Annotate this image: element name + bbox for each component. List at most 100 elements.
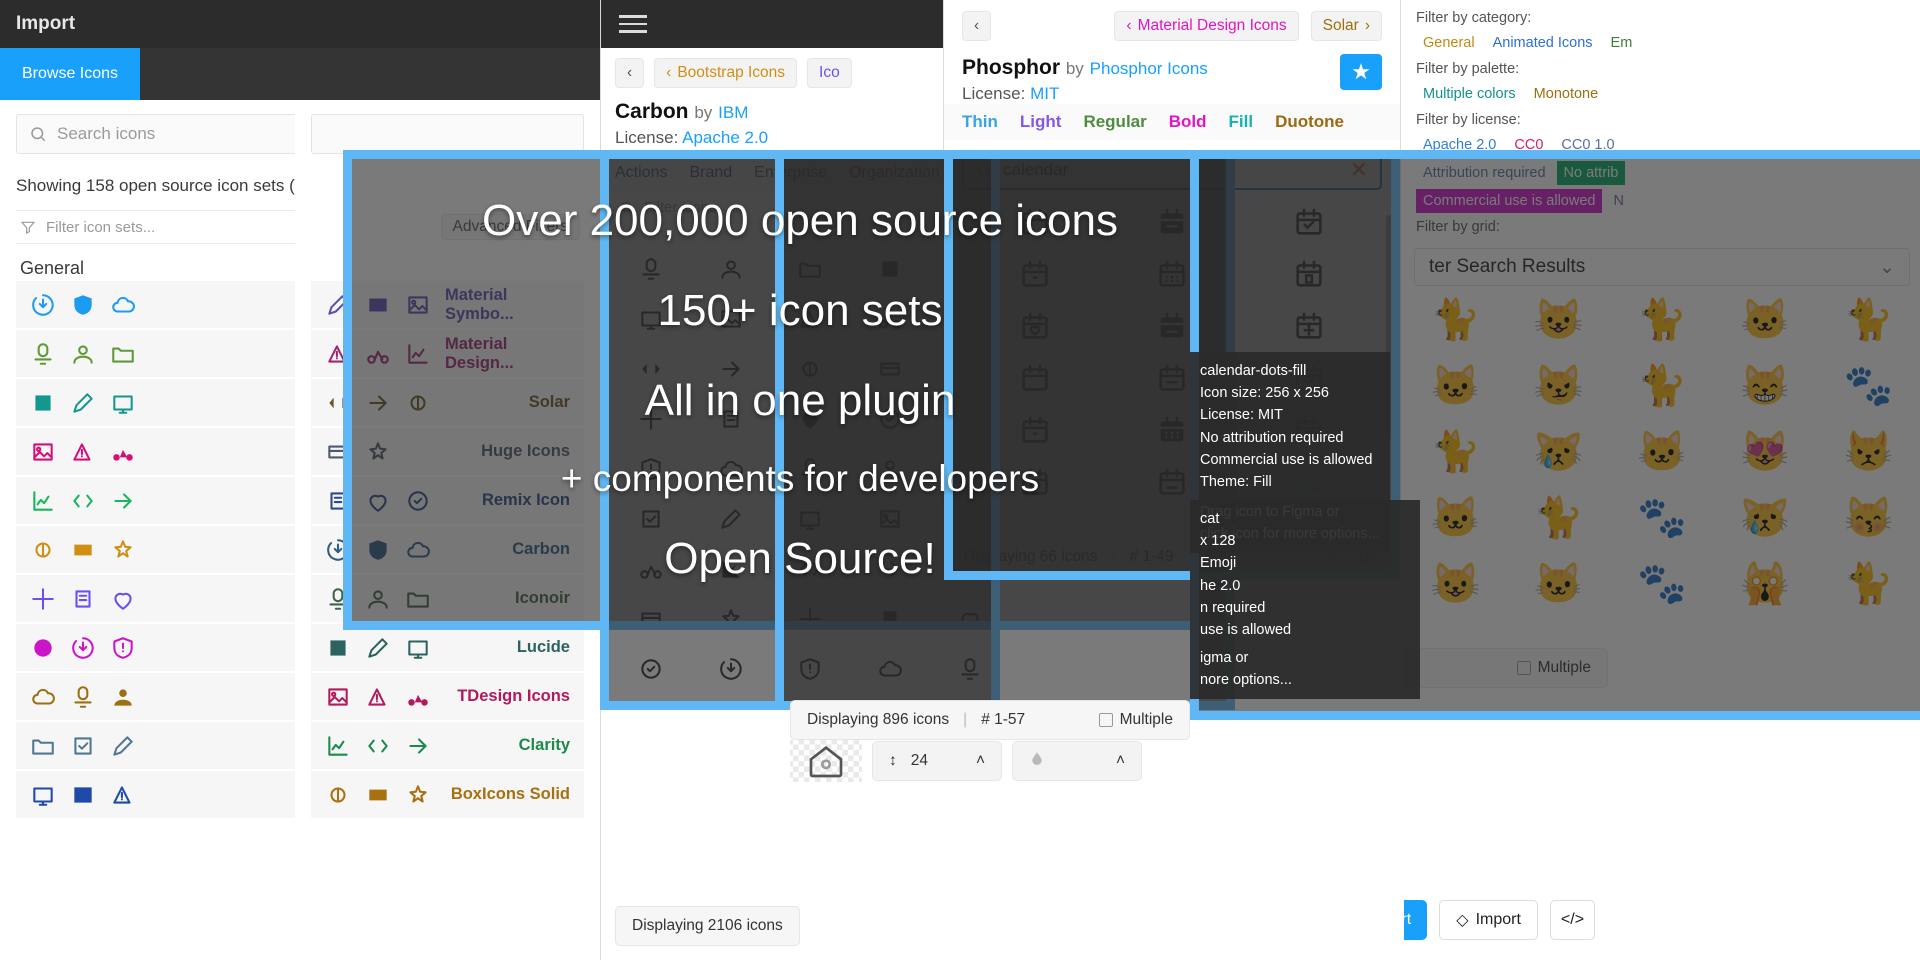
phosphor-theme-thin[interactable]: Thin — [962, 112, 998, 132]
chevron-up-icon-2[interactable]: ˄ — [1116, 752, 1125, 770]
phosphor-back-button[interactable]: ‹ — [962, 11, 992, 41]
bootstrap-size-controls: ↕ 24 ˄ ˄ — [790, 740, 1142, 782]
import-hash-button[interactable]: # Import — [1404, 900, 1428, 940]
filter-palette-label: Filter by palette: — [1416, 61, 1520, 77]
import-diamond-button[interactable]: ◇ Import — [1439, 900, 1538, 940]
phosphor-theme-duotone[interactable]: Duotone — [1275, 112, 1344, 132]
overlay-text-3: All in one plugin — [644, 376, 956, 425]
tooltip-attribution: No attribution required — [1200, 429, 1344, 446]
icon-set-row[interactable]: TDesign Icons — [311, 673, 584, 720]
preview-icon — [408, 639, 428, 659]
phosphor-theme-bold[interactable]: Bold — [1169, 112, 1207, 132]
search-placeholder: Search icons — [57, 124, 156, 143]
filter-chip[interactable]: Monotone — [1527, 82, 1606, 106]
preview-icon — [75, 589, 91, 608]
preview-icon — [409, 737, 427, 754]
preview-icon — [74, 685, 92, 708]
filter-chip[interactable]: Em — [1604, 31, 1640, 55]
multiple-checkbox[interactable] — [1098, 713, 1113, 727]
license-link[interactable]: MIT — [1030, 84, 1059, 103]
results-tooltip-l5: n required — [1200, 599, 1266, 616]
license-label: License: — [962, 84, 1026, 103]
droplet-icon — [1029, 750, 1045, 773]
preview-icon — [113, 636, 133, 659]
back-button[interactable]: ‹ — [615, 58, 645, 88]
phosphor-theme-tabs: Thin Light Regular Bold Fill Duotone — [944, 104, 1400, 140]
icon-set-preview — [325, 782, 431, 808]
chevron-left-icon: ‹ — [1126, 17, 1132, 34]
icon-set-preview — [325, 635, 431, 661]
bootstrap-status-bar: Displaying 896 icons | # 1-57 Multiple — [790, 700, 1190, 740]
icon-set-preview — [30, 684, 136, 710]
author-link[interactable]: IBM — [718, 103, 748, 122]
preview-icon — [32, 688, 55, 705]
category-chips: General Animated Icons Em — [1414, 29, 1910, 57]
icon-set-preview — [30, 635, 136, 661]
search-input-2[interactable] — [311, 114, 584, 154]
menu-icon[interactable] — [619, 10, 647, 38]
phosphor-theme-regular[interactable]: Regular — [1083, 112, 1146, 132]
results-tooltip-l2: x 128 — [1200, 533, 1236, 550]
bootstrap-range-text: # 1-57 — [981, 711, 1026, 728]
filter-chip[interactable]: Animated Icons — [1486, 31, 1600, 55]
icon-set-name: BoxIcons Solid — [450, 785, 570, 803]
icon-set-preview — [30, 341, 136, 367]
bootstrap-status-chip: Displaying 896 icons | # 1-57 Multiple — [790, 700, 1190, 740]
icon-set-row[interactable]: Clarity — [311, 722, 584, 769]
preview-icon — [409, 784, 427, 803]
prev-set-button[interactable]: ‹ Bootstrap Icons — [654, 58, 798, 88]
phosphor-next-set-label: Solar — [1322, 17, 1359, 34]
preview-icon — [330, 786, 346, 803]
license-link[interactable]: Apache 2.0 — [682, 128, 768, 147]
import-diamond-label: Import — [1475, 911, 1521, 928]
preview-icon — [369, 789, 387, 800]
tooltip-theme: Theme: Fill — [1200, 473, 1272, 490]
phosphor-prev-set-label: Material Design Icons — [1137, 17, 1287, 34]
phosphor-author-link[interactable]: Phosphor Icons — [1090, 59, 1208, 78]
diamond-icon: ◇ — [1456, 912, 1469, 929]
code-button[interactable]: </> — [1549, 900, 1596, 940]
results-tooltip-l1: cat — [1200, 511, 1220, 527]
window-titlebar-2 — [295, 0, 600, 48]
phosphor-prev-set-button[interactable]: ‹ Material Design Icons — [1114, 11, 1299, 41]
next-set-button[interactable]: Ico — [807, 58, 852, 88]
preview-icon — [113, 735, 133, 756]
icon-set-preview — [30, 782, 136, 808]
carbon-status-text: Displaying 2106 icons — [632, 917, 783, 934]
icon-size-stepper[interactable]: ↕ 24 ˄ — [872, 741, 1002, 781]
icon-set-name: Lucide — [516, 638, 570, 656]
chevron-up-icon[interactable]: ˄ — [976, 752, 985, 770]
preview-icon — [330, 639, 346, 656]
phosphor-license: License: MIT — [962, 84, 1382, 104]
icon-set-name: TDesign Icons — [457, 687, 570, 705]
phosphor-theme-light[interactable]: Light — [1020, 112, 1062, 132]
icon-set-row[interactable]: BoxIcons Solid — [311, 771, 584, 818]
phosphor-theme-fill[interactable]: Fill — [1229, 112, 1254, 132]
preview-icon — [72, 636, 94, 659]
chevron-right-icon: › — [1364, 17, 1370, 34]
by-word: by — [1065, 59, 1084, 78]
results-tooltip-l4: he 2.0 — [1200, 577, 1241, 594]
preview-icon — [33, 786, 53, 806]
tab-browse-icons[interactable]: Browse Icons — [0, 48, 141, 100]
tooltip-commercial: Commercial use is allowed — [1200, 451, 1373, 468]
tooltip-size: Icon size: 256 x 256 — [1200, 385, 1329, 402]
preview-icon — [114, 592, 132, 610]
results-icon-tooltip: cat x 128 Emoji he 2.0 n required use is… — [1190, 500, 1420, 700]
carbon-status: Displaying 2106 icons — [615, 906, 800, 946]
icon-set-row[interactable]: Lucide — [311, 624, 584, 671]
tooltip-name: calendar-dots-fill — [1200, 363, 1307, 379]
icon-color-picker[interactable]: ˄ — [1012, 741, 1142, 781]
filter-license-label: Filter by license: — [1416, 112, 1521, 128]
filter-chip[interactable]: General — [1416, 31, 1482, 55]
results-tooltip-l3: Emoji — [1200, 555, 1237, 572]
overlay-text-2: 150+ icon sets — [657, 286, 943, 335]
favorite-star-button[interactable]: ★ — [1340, 54, 1382, 90]
phosphor-next-set-button[interactable]: Solar › — [1310, 11, 1382, 41]
preview-icon — [113, 785, 131, 804]
preview-icon — [32, 739, 54, 755]
filter-chip[interactable]: Multiple colors — [1416, 82, 1523, 106]
icon-set-preview — [30, 733, 136, 759]
search-icon — [31, 127, 46, 142]
tooltip-license: License: MIT — [1200, 407, 1283, 424]
